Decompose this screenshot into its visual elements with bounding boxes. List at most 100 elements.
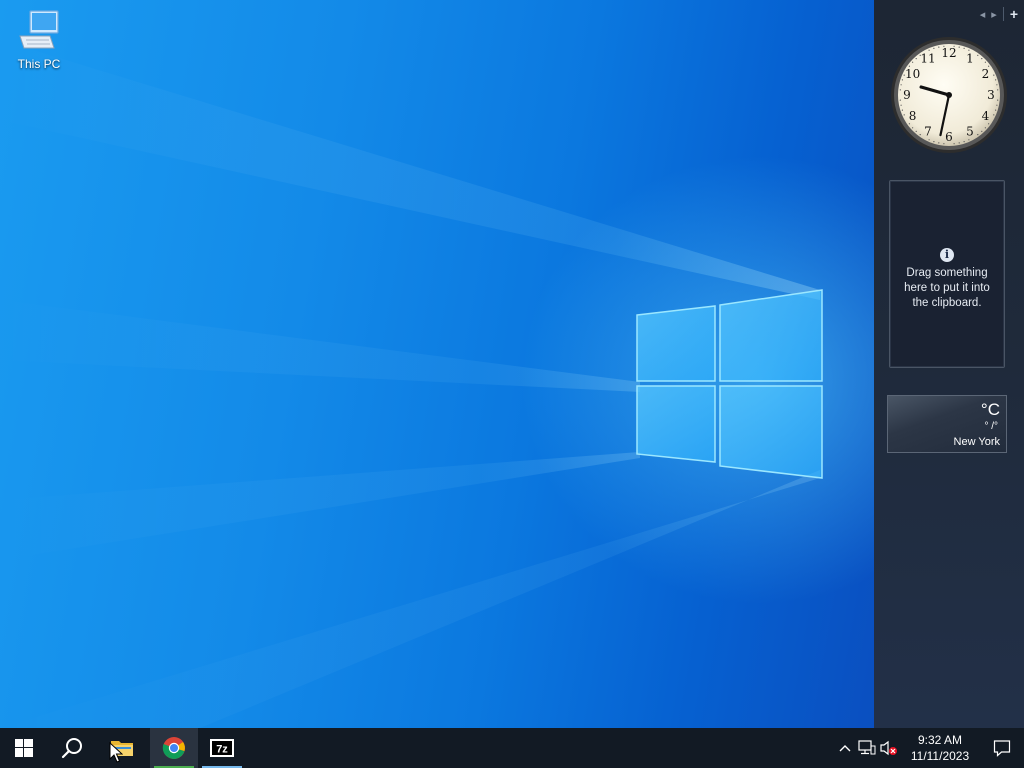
clock-numeral: 7 (924, 124, 932, 138)
clipboard-hint: Drag something here to put it into the c… (904, 267, 990, 309)
taskbar-7zip[interactable]: 7z (198, 728, 246, 768)
start-button[interactable] (0, 728, 48, 768)
desktop-icon-this-pc[interactable]: This PC (12, 8, 66, 71)
sidebar-controls: ◂ ▸ + (980, 6, 1018, 22)
clock-tick (997, 99, 999, 101)
clock-tick (953, 143, 955, 145)
clock-numeral: 11 (920, 52, 935, 66)
clock-tick (995, 109, 997, 111)
clock-tick (953, 45, 955, 47)
weather-city: New York (953, 436, 1000, 448)
desktop-icon-label: This PC (17, 57, 61, 71)
search-button[interactable] (48, 728, 96, 768)
clock-tick (993, 74, 995, 76)
clock-tick (903, 114, 905, 116)
clock-numeral: 8 (909, 109, 917, 123)
sidebar-prev-button[interactable]: ◂ (980, 8, 986, 21)
sidebar-next-button[interactable]: ▸ (991, 8, 997, 21)
gadget-sidebar: ◂ ▸ + 1 2 3 4 5 6 7 8 9 10 11 12 i Drag somet (874, 0, 1024, 728)
clock-numeral: 3 (987, 88, 995, 102)
wallpaper-light-beams (0, 40, 823, 728)
action-center-button[interactable] (980, 728, 1024, 768)
screen: This PC ◂ ▸ + 123456789101112 (0, 0, 1024, 768)
weather-temperature: °C (980, 400, 1000, 419)
show-hidden-icons-button[interactable] (834, 728, 856, 768)
taskbar-date: 11/11/2023 (910, 749, 970, 763)
clock-tick (933, 47, 935, 49)
clock-tick (981, 130, 983, 132)
clock-tick (988, 65, 990, 67)
clock-tick (984, 127, 986, 129)
computer-icon (19, 10, 59, 49)
clock-numeral: 10 (905, 67, 920, 81)
clock-tick (988, 123, 990, 125)
clock-tick (963, 141, 965, 143)
volume-muted-icon (880, 740, 897, 756)
clock-tick (899, 89, 901, 91)
taskbar: 7z 9:32 AM 11/11/2023 (0, 728, 1024, 768)
clock-numeral: 12 (941, 46, 956, 60)
clock-tick (938, 142, 940, 144)
clock-tick (915, 130, 917, 132)
search-icon (61, 738, 82, 759)
notification-icon (993, 740, 1011, 757)
clock-tick (919, 54, 921, 56)
clock-tick (912, 127, 914, 129)
taskbar-clock[interactable]: 9:32 AM 11/11/2023 (900, 732, 980, 764)
add-gadget-button[interactable]: + (1010, 6, 1018, 22)
clock-tick (958, 142, 960, 144)
network-button[interactable] (856, 728, 878, 768)
clock-tick (938, 46, 940, 48)
clock-tick (984, 61, 986, 63)
clock-tick (900, 84, 902, 86)
clock-tick (996, 84, 998, 86)
7zip-icon: 7z (210, 739, 234, 757)
info-icon: i (940, 248, 954, 262)
clock-tick (901, 79, 903, 81)
clock-tick (977, 54, 979, 56)
clock-tick (928, 139, 930, 141)
taskbar-chrome[interactable] (150, 728, 198, 768)
clock-tick (995, 79, 997, 81)
clock-gadget[interactable]: 1234567891011 12 (890, 36, 1008, 154)
weather-gadget[interactable]: °C ° /° New York (887, 395, 1007, 453)
windows-start-icon (15, 739, 33, 757)
clock-tick (900, 104, 902, 106)
taskbar-time: 9:32 AM (917, 733, 963, 747)
clock-numeral: 9 (903, 88, 911, 102)
clock-tick (919, 134, 921, 136)
weather-range: ° /° (984, 421, 998, 432)
clock-tick (943, 143, 945, 145)
volume-button[interactable] (878, 728, 900, 768)
clock-tick (933, 141, 935, 143)
chevron-up-icon (839, 745, 851, 752)
clock-tick (928, 49, 930, 51)
clock-numeral: 2 (982, 67, 990, 81)
clock-tick (977, 134, 979, 136)
divider (1002, 7, 1004, 21)
clock-tick (968, 49, 970, 51)
clock-numeral: 1 (966, 52, 974, 66)
clock-tick (981, 58, 983, 60)
system-tray: 9:32 AM 11/11/2023 (834, 728, 1024, 768)
clock-tick (912, 61, 914, 63)
clock-tick (963, 47, 965, 49)
clock-tick (993, 114, 995, 116)
clock-tick (958, 46, 960, 48)
clock-tick (908, 65, 910, 67)
clock-tick (903, 74, 905, 76)
clock-tick (943, 45, 945, 47)
clock-tick (901, 109, 903, 111)
desktop[interactable]: This PC (0, 0, 874, 728)
clock-tick (996, 104, 998, 106)
clipboard-gadget[interactable]: i Drag something here to put it into the… (889, 180, 1005, 368)
chrome-icon (162, 737, 185, 759)
clock-tick (968, 139, 970, 141)
windows-logo (636, 289, 823, 479)
svg-text:7z: 7z (216, 744, 228, 756)
clock-tick (997, 89, 999, 91)
clock-numeral: 4 (982, 109, 990, 123)
clock-tick (908, 123, 910, 125)
clock-numeral: 6 (945, 130, 953, 144)
mouse-cursor-icon (109, 742, 123, 763)
